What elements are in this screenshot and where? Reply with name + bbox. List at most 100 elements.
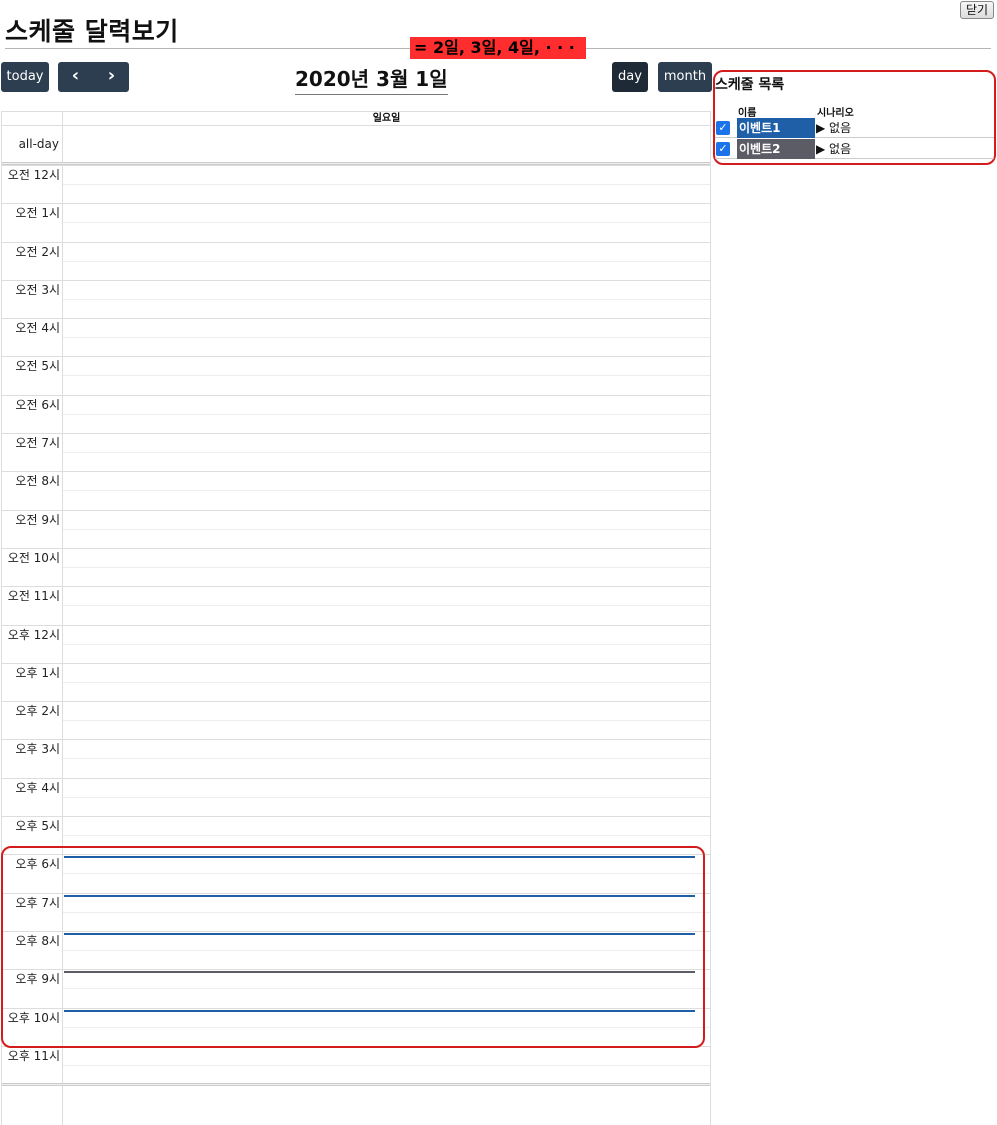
hour-slot[interactable]: 오후 2시 [2, 701, 710, 739]
half-hour-divider [63, 528, 710, 530]
today-button[interactable]: today [1, 62, 49, 92]
half-hour-divider [63, 222, 710, 224]
hour-label: 오전 7시 [15, 436, 60, 451]
hour-label: 오전 11시 [7, 589, 60, 604]
half-hour-divider [63, 260, 710, 262]
day-column-header: 일요일 [372, 113, 401, 124]
hour-divider [2, 739, 710, 741]
hour-slot[interactable]: 오전 11시 [2, 586, 710, 624]
schedule-list-item[interactable]: ✓ 이벤트2 ▶ 없음 [715, 139, 994, 159]
hour-slot[interactable]: 오후 11시 [2, 1045, 710, 1084]
hour-slot[interactable]: 오후 3시 [2, 739, 710, 777]
hour-label: 오후 12시 [7, 627, 60, 642]
hour-divider [2, 241, 710, 243]
calendar-title: 2020년 3월 1일 [295, 63, 448, 95]
half-hour-divider [63, 643, 710, 645]
half-hour-divider [63, 184, 710, 185]
hour-label: 오전 1시 [15, 206, 60, 221]
slots-bottom-divider [2, 1083, 710, 1086]
hour-label: 오후 2시 [15, 704, 60, 719]
month-view-button[interactable]: month [658, 62, 712, 92]
scenario-value: ▶ 없음 [816, 121, 852, 135]
chevron-left-icon: ‹ [71, 65, 80, 86]
hour-divider [2, 318, 710, 320]
half-hour-divider [63, 337, 710, 339]
next-button[interactable]: › [94, 62, 129, 92]
hour-divider [2, 701, 710, 703]
hour-slot[interactable]: 오전 12시 [2, 165, 710, 203]
annotation-note: = 2일, 3일, 4일, · · · [410, 37, 586, 59]
hour-divider [2, 624, 710, 626]
hour-slot[interactable]: 오후 4시 [2, 777, 710, 816]
half-hour-divider [63, 413, 710, 415]
column-header-scenario: 시나리오 [817, 108, 854, 119]
half-hour-divider [63, 490, 710, 492]
half-hour-divider [63, 605, 710, 607]
schedule-list-item[interactable]: ✓ 이벤트1 ▶ 없음 [715, 118, 994, 138]
calendar-header-row: 일요일 [2, 112, 710, 126]
hour-slot[interactable]: 오전 1시 [2, 203, 710, 241]
hour-label: 오전 4시 [15, 321, 60, 336]
hour-slot[interactable]: 오전 7시 [2, 433, 710, 471]
highlight-box-events [1, 846, 705, 1048]
hour-label: 오전 6시 [15, 397, 60, 412]
half-hour-divider [63, 835, 710, 837]
hour-slot[interactable]: 오후 12시 [2, 624, 710, 663]
hour-divider [2, 356, 710, 358]
half-hour-divider [63, 681, 710, 683]
hour-divider [2, 547, 710, 549]
hour-slot[interactable]: 오전 2시 [2, 241, 710, 280]
hour-slot[interactable]: 오전 6시 [2, 394, 710, 433]
half-hour-divider [63, 1064, 710, 1066]
hour-slot[interactable]: 오전 8시 [2, 471, 710, 509]
prev-button[interactable]: ‹ [58, 62, 93, 92]
hour-slot[interactable]: 오후 1시 [2, 662, 710, 701]
hour-slot[interactable]: 오전 4시 [2, 318, 710, 356]
hour-label: 오후 1시 [15, 665, 60, 680]
hour-divider [2, 777, 710, 779]
half-hour-divider [63, 375, 710, 377]
hour-label: 오전 5시 [15, 359, 60, 374]
hour-label: 오전 8시 [15, 474, 60, 489]
day-view-button[interactable]: day [612, 62, 648, 92]
hour-divider [2, 433, 710, 435]
hour-label: 오전 2시 [15, 244, 60, 259]
half-hour-divider [63, 452, 710, 454]
hour-divider [2, 816, 710, 818]
hour-label: 오전 9시 [15, 512, 60, 527]
hour-divider [2, 203, 710, 205]
scenario-value: ▶ 없음 [816, 142, 852, 156]
half-hour-divider [63, 758, 710, 760]
allday-label: all-day [18, 137, 59, 151]
hour-divider [2, 586, 710, 588]
close-button[interactable]: 닫기 [960, 1, 994, 19]
hour-label: 오전 3시 [15, 282, 60, 297]
half-hour-divider [63, 796, 710, 798]
page-title: 스케줄 달력보기 [5, 17, 179, 46]
hour-slot[interactable]: 오전 9시 [2, 509, 710, 548]
hour-label: 오후 5시 [15, 819, 60, 834]
half-hour-divider [63, 720, 710, 722]
hour-divider [2, 509, 710, 511]
column-header-name: 이름 [738, 108, 757, 119]
hour-label: 오전 10시 [7, 550, 60, 565]
hour-label: 오후 4시 [15, 780, 60, 795]
hour-slot[interactable]: 오전 3시 [2, 279, 710, 318]
hour-divider [2, 662, 710, 664]
hour-label: 오후 3시 [15, 742, 60, 757]
hour-divider [2, 471, 710, 473]
hour-slot[interactable]: 오전 10시 [2, 547, 710, 586]
event-name: 이벤트1 [737, 118, 815, 138]
chevron-right-icon: › [107, 65, 116, 86]
half-hour-divider [63, 566, 710, 568]
hour-divider [2, 279, 710, 281]
hour-label: 오전 12시 [7, 168, 60, 182]
half-hour-divider [63, 298, 710, 300]
event-name: 이벤트2 [737, 139, 815, 159]
schedule-list-title: 스케줄 목록 [715, 77, 785, 93]
checkbox-icon[interactable]: ✓ [716, 142, 730, 156]
checkbox-icon[interactable]: ✓ [716, 121, 730, 135]
hour-slot[interactable]: 오전 5시 [2, 356, 710, 394]
hour-divider [2, 165, 710, 166]
prev-next-group: ‹ › [58, 62, 129, 92]
